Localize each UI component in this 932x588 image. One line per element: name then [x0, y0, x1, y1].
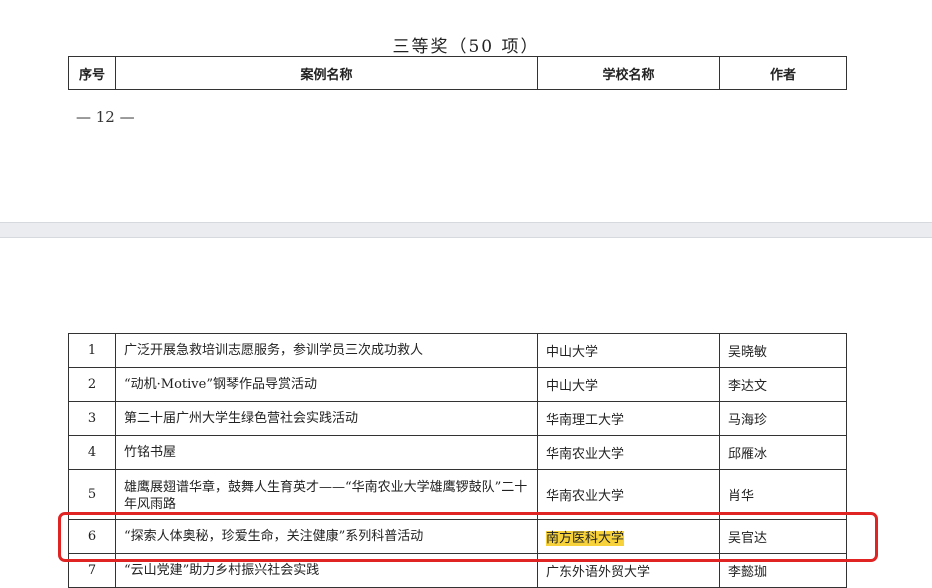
header-author: 作者	[719, 56, 847, 90]
awards-table: 1 广泛开展急救培训志愿服务，参训学员三次成功救人 中山大学 吴晓敏 2 “动机…	[68, 333, 847, 588]
header-school-name: 学校名称	[537, 56, 720, 90]
row-number: 4	[68, 435, 116, 470]
section-title: 三等奖（50 项）	[392, 37, 540, 57]
table-row: 4 竹铭书屋 华南农业大学 邱雁冰	[68, 435, 847, 470]
row-number: 7	[68, 553, 116, 588]
school-name: 华南理工大学	[537, 401, 720, 436]
author-name: 吴官达	[719, 519, 847, 554]
author-name: 肖华	[719, 469, 847, 520]
case-name-cell: 雄鹰展翅谱华章，鼓舞人生育英才——“华南农业大学雄鹰锣鼓队”二十年风雨路	[115, 469, 538, 520]
header-table: 序号 案例名称 学校名称 作者	[68, 56, 847, 90]
case-name: 第二十届广州大学生绿色营社会实践活动	[115, 401, 538, 436]
case-name: “动机·Motive”钢琴作品导赏活动	[115, 367, 538, 402]
case-name: 广泛开展急救培训志愿服务，参训学员三次成功救人	[115, 333, 538, 368]
page-number: — 12 —	[76, 108, 135, 126]
header-no: 序号	[68, 56, 116, 90]
case-name: “探索人体奥秘，珍爱生命，关注健康”系列科普活动	[115, 519, 538, 554]
school-name: 广东外语外贸大学	[537, 553, 720, 588]
author-name: 邱雁冰	[719, 435, 847, 470]
row-number: 2	[68, 367, 116, 402]
page-separator	[0, 222, 932, 238]
school-name: 华南农业大学	[537, 435, 720, 470]
table-row: 2 “动机·Motive”钢琴作品导赏活动 中山大学 李达文	[68, 367, 847, 402]
case-name: 竹铭书屋	[115, 435, 538, 470]
table-row: 3 第二十届广州大学生绿色营社会实践活动 华南理工大学 马海珍	[68, 401, 847, 436]
table-row: 7 “云山党建”助力乡村振兴社会实践 广东外语外贸大学 李懿珈	[68, 553, 847, 588]
case-name: “云山党建”助力乡村振兴社会实践	[115, 553, 538, 588]
author-name: 吴晓敏	[719, 333, 847, 368]
case-name: 雄鹰展翅谱华章，鼓舞人生育英才——“华南农业大学雄鹰锣鼓队”二十年风雨路	[124, 479, 528, 512]
table-row: 1 广泛开展急救培训志愿服务，参训学员三次成功救人 中山大学 吴晓敏	[68, 333, 847, 368]
row-number: 1	[68, 333, 116, 368]
school-name: 华南农业大学	[537, 469, 720, 520]
header-case-name: 案例名称	[115, 56, 538, 90]
row-number: 3	[68, 401, 116, 436]
row-number: 5	[68, 469, 116, 520]
school-name-highlighted: 南方医科大学	[546, 531, 625, 546]
school-name: 中山大学	[537, 333, 720, 368]
author-name: 李达文	[719, 367, 847, 402]
table-row: 5 雄鹰展翅谱华章，鼓舞人生育英才——“华南农业大学雄鹰锣鼓队”二十年风雨路 华…	[68, 469, 847, 520]
table-row-highlighted: 6 “探索人体奥秘，珍爱生命，关注健康”系列科普活动 南方医科大学 吴官达	[68, 519, 847, 554]
document-page-bottom: 1 广泛开展急救培训志愿服务，参训学员三次成功救人 中山大学 吴晓敏 2 “动机…	[0, 238, 932, 588]
document-page-top: 三等奖（50 项） 序号 案例名称 学校名称 作者 — 12 —	[0, 0, 932, 222]
author-name: 李懿珈	[719, 553, 847, 588]
header-row: 序号 案例名称 学校名称 作者	[68, 56, 847, 90]
author-name: 马海珍	[719, 401, 847, 436]
row-number: 6	[68, 519, 116, 554]
school-name: 中山大学	[537, 367, 720, 402]
school-name-cell: 南方医科大学	[537, 519, 720, 554]
